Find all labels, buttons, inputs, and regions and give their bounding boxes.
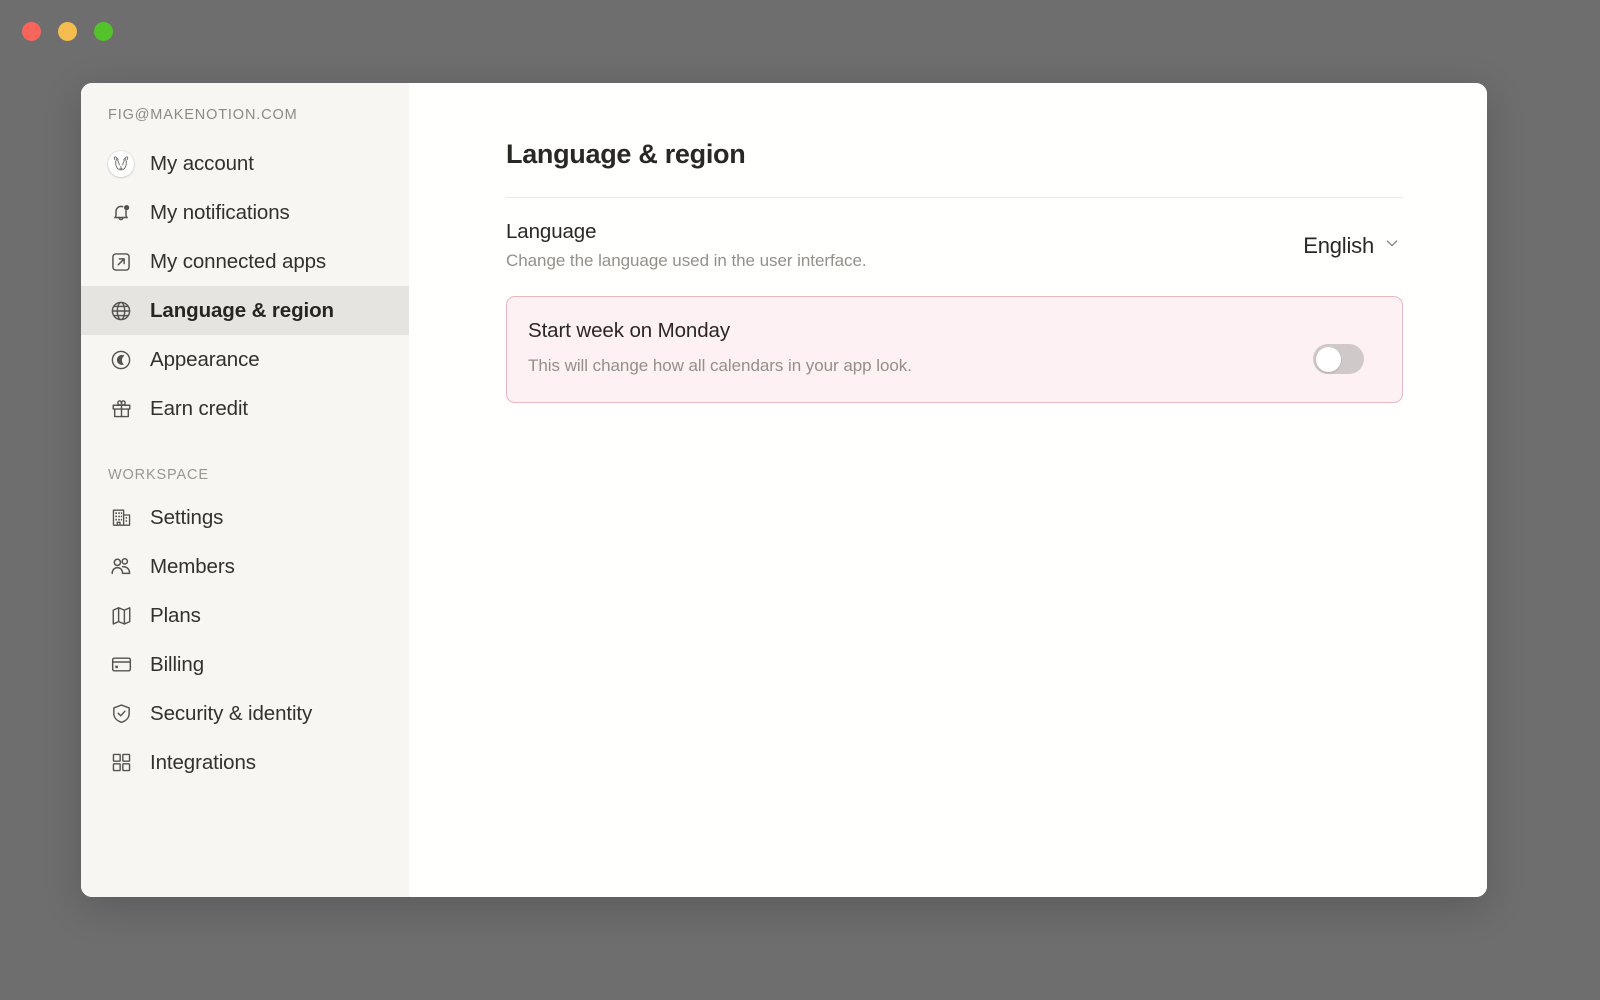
chevron-down-icon: [1383, 234, 1401, 257]
sidebar-item-security-identity[interactable]: Security & identity: [81, 689, 409, 738]
start-week-setting-card: Start week on Monday This will change ho…: [506, 296, 1403, 403]
sidebar-item-earn-credit[interactable]: Earn credit: [81, 384, 409, 433]
sidebar-item-language-region[interactable]: Language & region: [81, 286, 409, 335]
sidebar-item-label: Earn credit: [150, 397, 248, 421]
sidebar-section-label-workspace: WORKSPACE: [81, 467, 409, 493]
sidebar-item-label: My account: [150, 152, 254, 176]
grid-icon: [108, 750, 134, 776]
sidebar-item-my-account[interactable]: My account: [81, 139, 409, 188]
moon-icon: [108, 347, 134, 373]
sidebar-item-label: Security & identity: [150, 702, 312, 726]
start-week-toggle[interactable]: off: [1313, 344, 1364, 374]
desktop-background: FIG@MAKENOTION.COM: [0, 0, 1600, 1000]
bell-icon: [108, 200, 134, 226]
sidebar-item-label: Language & region: [150, 299, 334, 323]
page-title: Language & region: [506, 139, 1403, 170]
language-select-dropdown[interactable]: English: [1301, 229, 1403, 263]
sidebar-item-billing[interactable]: Billing: [81, 640, 409, 689]
language-setting-texts: Language Change the language used in the…: [506, 220, 867, 271]
gift-icon: [108, 396, 134, 422]
start-week-setting-description: This will change how all calendars in yo…: [528, 356, 912, 376]
sidebar-item-label: Plans: [150, 604, 201, 628]
sidebar-item-settings[interactable]: Settings: [81, 493, 409, 542]
sidebar-item-integrations[interactable]: Integrations: [81, 738, 409, 787]
sidebar-item-label: My connected apps: [150, 250, 326, 274]
external-link-icon: [108, 249, 134, 275]
credit-card-icon: [108, 652, 134, 678]
start-week-setting-title: Start week on Monday: [528, 319, 912, 343]
settings-sidebar: FIG@MAKENOTION.COM: [81, 83, 409, 897]
sidebar-item-appearance[interactable]: Appearance: [81, 335, 409, 384]
sidebar-item-plans[interactable]: Plans: [81, 591, 409, 640]
sidebar-spacer: [81, 433, 409, 467]
sidebar-item-label: Appearance: [150, 348, 260, 372]
language-setting-row: Language Change the language used in the…: [506, 198, 1403, 295]
toggle-knob: [1316, 347, 1341, 372]
sidebar-item-label: Settings: [150, 506, 223, 530]
toggle-state-value: off: [1313, 344, 1314, 345]
globe-icon: [108, 298, 134, 324]
sidebar-item-label: Integrations: [150, 751, 256, 775]
dog-avatar-icon: [108, 151, 134, 177]
window-traffic-lights: [22, 22, 113, 41]
map-icon: [108, 603, 134, 629]
building-icon: [108, 505, 134, 531]
people-icon: [108, 554, 134, 580]
language-selected-value: English: [1303, 233, 1374, 259]
language-setting-description: Change the language used in the user int…: [506, 251, 867, 271]
sidebar-item-my-connected-apps[interactable]: My connected apps: [81, 237, 409, 286]
sidebar-item-label: My notifications: [150, 201, 290, 225]
sidebar-item-label: Members: [150, 555, 235, 579]
language-setting-title: Language: [506, 220, 867, 244]
close-window-button[interactable]: [22, 22, 41, 41]
maximize-window-button[interactable]: [94, 22, 113, 41]
settings-main-panel: Language & region Language Change the la…: [409, 83, 1487, 897]
sidebar-account-email-label: FIG@MAKENOTION.COM: [81, 107, 409, 139]
settings-window: FIG@MAKENOTION.COM: [81, 83, 1487, 897]
sidebar-item-members[interactable]: Members: [81, 542, 409, 591]
sidebar-item-label: Billing: [150, 653, 204, 677]
minimize-window-button[interactable]: [58, 22, 77, 41]
sidebar-item-my-notifications[interactable]: My notifications: [81, 188, 409, 237]
shield-check-icon: [108, 701, 134, 727]
start-week-setting-texts: Start week on Monday This will change ho…: [528, 319, 912, 376]
